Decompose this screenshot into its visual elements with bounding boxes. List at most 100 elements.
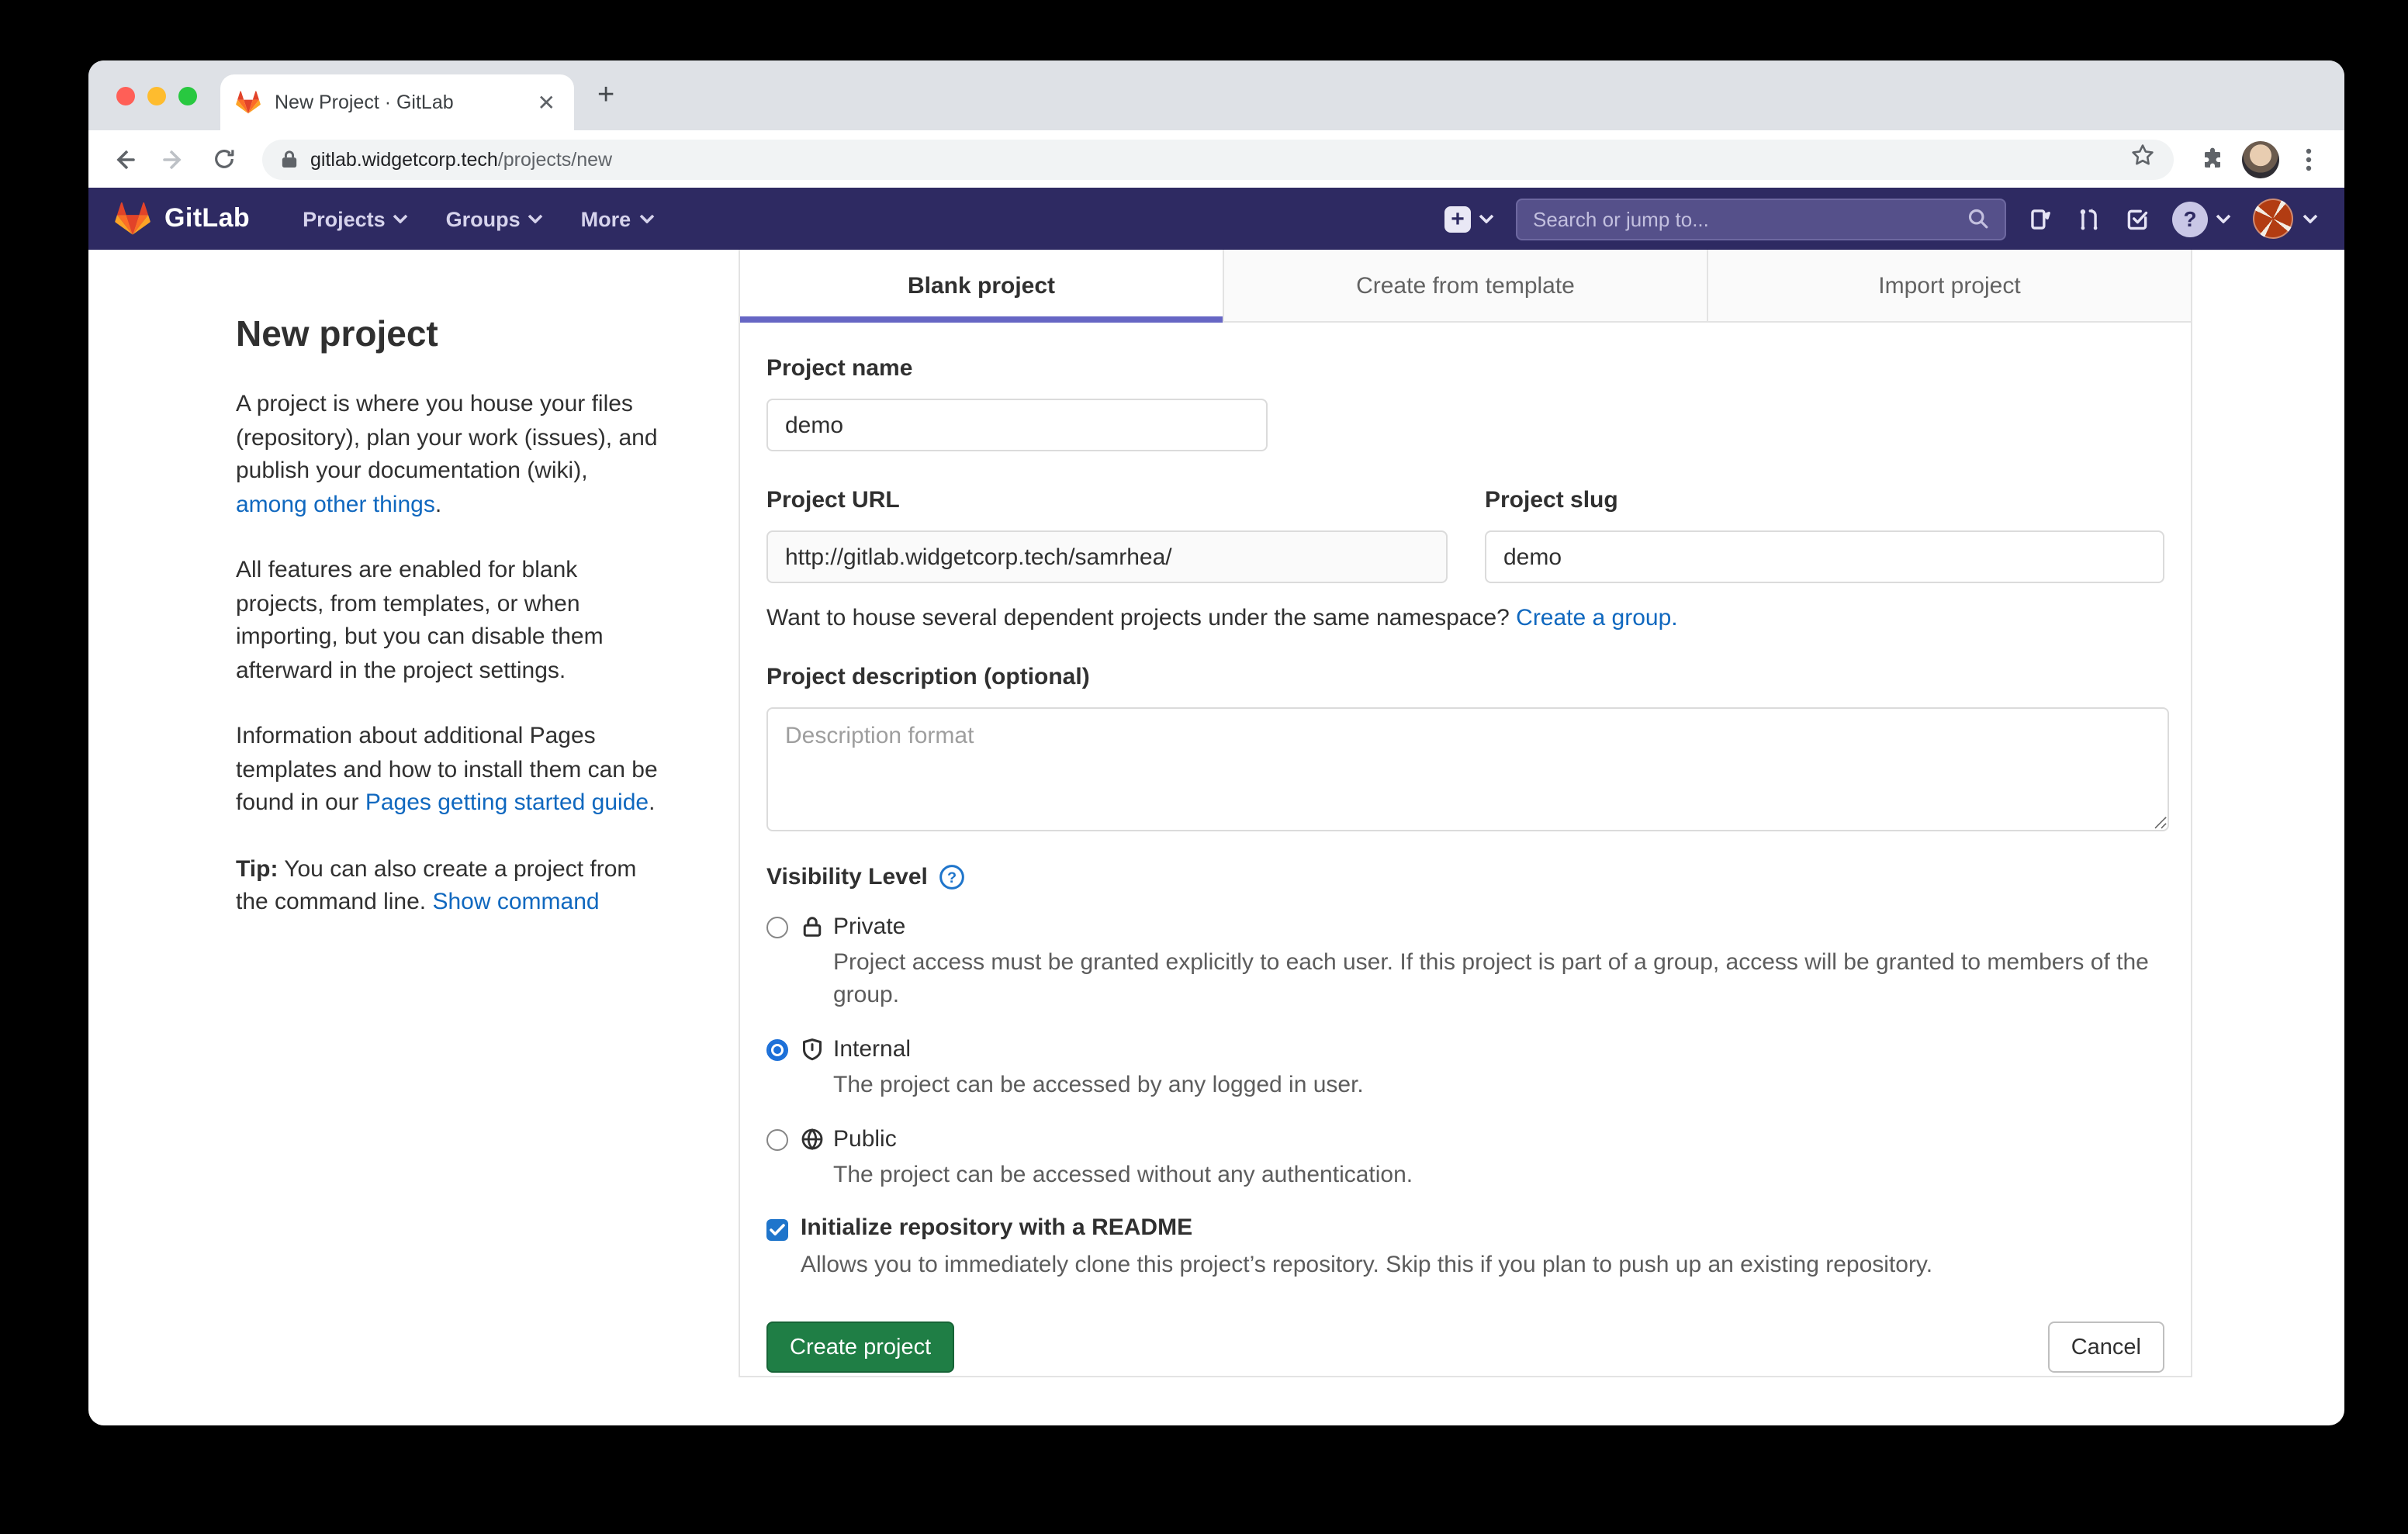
public-description: The project can be accessed without any … [833,1159,1413,1191]
minimize-window-button[interactable] [147,87,166,105]
internal-radio[interactable] [766,1039,788,1061]
globe-icon [801,1128,824,1151]
public-label: Public [833,1125,1413,1156]
project-description-textarea[interactable] [766,707,2169,831]
readme-option[interactable]: Initialize repository with a README Allo… [766,1214,2164,1281]
project-slug-label: Project slug [1485,487,2164,513]
window-controls [116,87,197,105]
chevron-down-icon [2302,214,2318,223]
chevron-down-icon [638,214,654,223]
internal-description: The project can be accessed by any logge… [833,1069,1364,1101]
tab-close-icon[interactable]: ✕ [535,88,559,116]
private-radio[interactable] [766,917,788,938]
svg-text:?: ? [947,869,957,886]
readme-description: Allows you to immediately clone this pro… [801,1250,1932,1281]
user-avatar [2253,199,2293,239]
back-icon[interactable] [104,139,144,179]
issues-icon[interactable] [2028,206,2054,232]
form-actions: Create project Cancel [766,1322,2164,1373]
project-slug-input[interactable] [1485,530,2164,583]
close-window-button[interactable] [116,87,135,105]
plus-icon: + [1444,206,1471,232]
gitlab-favicon [236,90,261,115]
page-body: New project A project is where you house… [88,250,2344,1340]
public-radio[interactable] [766,1129,788,1151]
help-menu[interactable]: ? [2172,201,2231,237]
lock-icon [281,149,298,169]
screen: New Project · GitLab ✕ + gitlab.widgetc [0,0,2408,1534]
user-menu[interactable] [2253,199,2318,239]
show-command-link[interactable]: Show command [432,889,599,915]
help-icon: ? [2172,201,2208,237]
chevron-down-icon [1479,214,1494,223]
new-tab-button[interactable]: + [597,81,614,110]
tab-blank-project[interactable]: Blank project [740,250,1224,321]
maximize-window-button[interactable] [178,87,197,105]
project-name-input[interactable] [766,399,1268,451]
sidebar-paragraph: A project is where you house your files … [236,388,664,521]
project-name-label: Project name [766,355,2164,382]
chrome-menu-icon[interactable] [2289,139,2329,179]
create-project-button[interactable]: Create project [766,1322,954,1373]
forward-icon[interactable] [154,139,194,179]
tab-import-project[interactable]: Import project [1708,250,2191,323]
visibility-help-icon[interactable]: ? [939,864,965,890]
private-label: Private [833,912,2164,943]
gitlab-logo[interactable]: GitLab [115,202,250,236]
todos-icon[interactable] [2124,206,2150,232]
chevron-down-icon [2216,214,2231,223]
shield-icon [801,1038,824,1061]
url-bar[interactable]: gitlab.widgetcorp.tech/projects/new [262,139,2174,179]
navbar-right: + [1444,198,2318,240]
tab-title: New Project · GitLab [275,92,521,113]
new-menu-button[interactable]: + [1444,206,1494,232]
gitlab-navbar: GitLab Projects Groups More + [88,188,2344,250]
reload-icon[interactable] [203,139,244,179]
extensions-icon[interactable] [2192,139,2233,179]
chevron-down-icon [528,214,544,223]
sidebar-tip: Tip: You can also create a project from … [236,852,664,919]
search-input[interactable] [1533,207,1967,230]
nav-projects[interactable]: Projects [290,198,421,240]
global-search[interactable] [1516,198,2006,240]
project-url-input[interactable] [766,530,1448,583]
chrome-profile-avatar[interactable] [2242,140,2279,178]
among-other-things-link[interactable]: among other things [236,491,435,517]
new-project-panel: Blank project Create from template Impor… [739,250,2192,1377]
visibility-option-private[interactable]: Private Project access must be granted e… [766,912,2164,1011]
tab-create-from-template[interactable]: Create from template [1224,250,1708,323]
chevron-down-icon [393,214,409,223]
tab-strip: New Project · GitLab ✕ + [88,60,2344,130]
browser-toolbar: gitlab.widgetcorp.tech/projects/new [88,130,2344,188]
browser-tab[interactable]: New Project · GitLab ✕ [220,74,574,130]
search-icon [1967,208,1989,230]
bookmark-star-icon[interactable] [2130,143,2155,175]
sidebar-paragraph: All features are enabled for blank proje… [236,554,664,687]
navbar-menu: Projects Groups More [290,198,666,240]
private-description: Project access must be granted explicitl… [833,946,2164,1011]
nav-more[interactable]: More [569,198,667,240]
check-icon [770,1224,785,1236]
gitlab-wordmark: GitLab [164,203,250,234]
url-text: gitlab.widgetcorp.tech/projects/new [310,148,612,170]
page-title: New project [236,313,664,355]
readme-checkbox[interactable] [766,1219,788,1241]
sidebar-help-column: New project A project is where you house… [236,250,701,1340]
visibility-option-public[interactable]: Public The project can be accessed witho… [766,1125,2164,1191]
sidebar-paragraph: Information about additional Pages templ… [236,720,664,820]
project-description-label: Project description (optional) [766,664,2164,690]
cancel-button[interactable]: Cancel [2048,1322,2164,1373]
visibility-level-label: Visibility Level [766,864,928,890]
readme-label: Initialize repository with a README [801,1214,1932,1241]
project-url-label: Project URL [766,487,1448,513]
nav-groups[interactable]: Groups [434,198,556,240]
browser-window: New Project · GitLab ✕ + gitlab.widgetc [88,60,2344,1425]
create-a-group-link[interactable]: Create a group. [1516,605,1677,631]
namespace-hint: Want to house several dependent projects… [766,605,2164,631]
visibility-option-internal[interactable]: Internal The project can be accessed by … [766,1035,2164,1101]
internal-label: Internal [833,1035,1364,1066]
pages-guide-link[interactable]: Pages getting started guide [365,789,649,816]
project-type-tabs: Blank project Create from template Impor… [740,250,2191,323]
merge-requests-icon[interactable] [2076,206,2102,232]
gitlab-tanuki-icon [115,202,150,236]
